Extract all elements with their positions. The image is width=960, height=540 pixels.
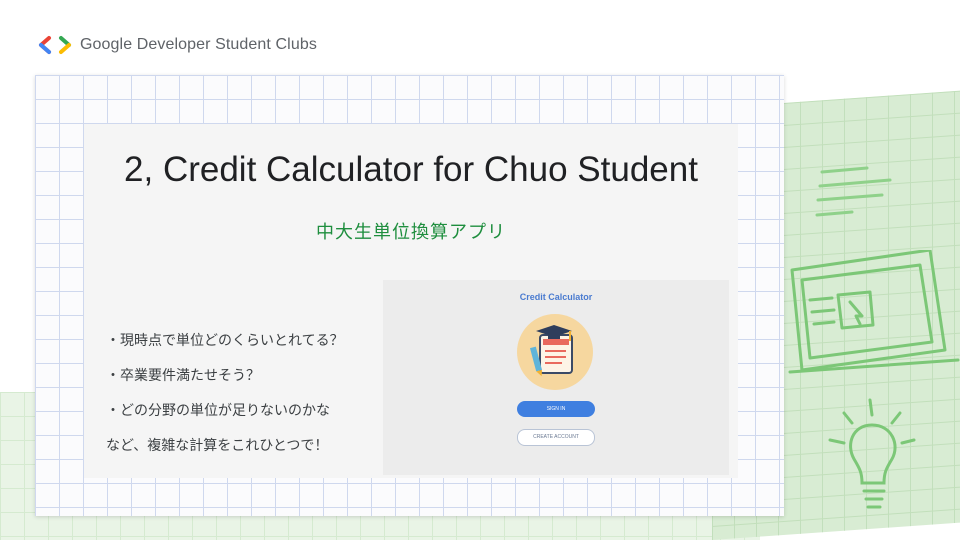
bullet-list: ・現時点で単位どのくらいとれてる？ ・卒業要件満たせそう？ ・どの分野の単位が足… — [106, 330, 376, 470]
slide-title-container: 2, Credit Calculator for Chuo Student — [84, 150, 738, 190]
sign-in-button[interactable]: SIGN IN — [517, 401, 595, 417]
brand-name: Google Developer Student Clubs — [80, 36, 317, 53]
text-lines-doodle — [815, 166, 892, 217]
app-preview: Credit Calculator SIGN IN CREATE ACCOUNT — [383, 280, 729, 475]
gdsc-chevrons-icon — [39, 36, 71, 54]
bullet-item: ・卒業要件満たせそう？ — [106, 367, 260, 383]
bullet-item: ・現時点で単位どのくらいとれてる？ — [106, 332, 344, 348]
app-title: Credit Calculator — [519, 292, 593, 302]
slide-subtitle: 中大生単位換算アプリ — [316, 222, 506, 242]
bullet-item: など、複雑な計算をこれひとつで！ — [106, 437, 329, 453]
bullet-item: ・どの分野の単位が足りないのかな — [106, 402, 330, 418]
slide-title: 2, Credit Calculator for Chuo Student — [124, 150, 698, 189]
lightbulb-doodle — [828, 398, 916, 509]
graduation-cap-checklist-icon — [517, 314, 593, 390]
create-account-button[interactable]: CREATE ACCOUNT — [517, 429, 595, 446]
brand-header: Google Developer Student Clubs — [38, 34, 317, 56]
laptop-doodle — [788, 250, 960, 374]
